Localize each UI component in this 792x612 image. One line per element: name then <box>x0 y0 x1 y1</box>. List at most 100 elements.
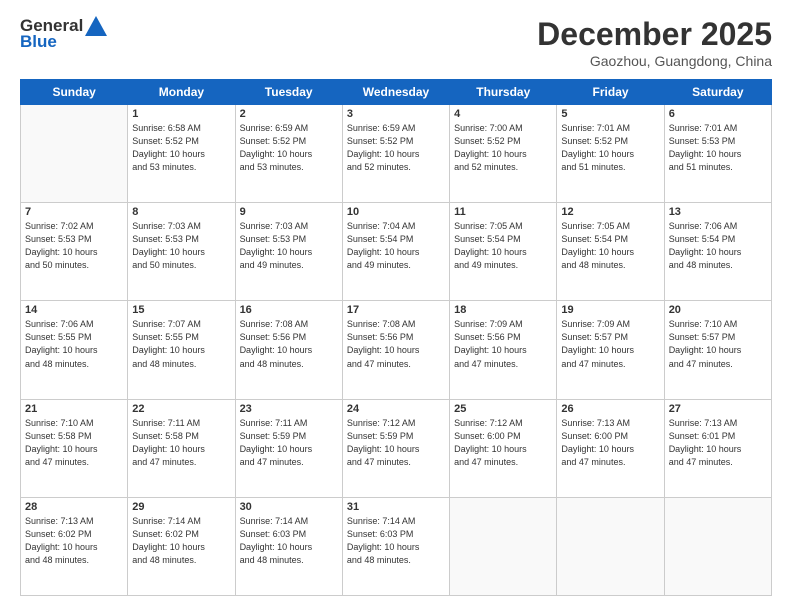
day-number: 17 <box>347 304 445 316</box>
weekday-header-row: SundayMondayTuesdayWednesdayThursdayFrid… <box>21 80 772 105</box>
calendar-cell: 14Sunrise: 7:06 AMSunset: 5:55 PMDayligh… <box>21 301 128 399</box>
day-number: 18 <box>454 304 552 316</box>
day-info: Sunrise: 7:10 AMSunset: 5:58 PMDaylight:… <box>25 417 123 469</box>
day-number: 3 <box>347 108 445 120</box>
calendar-cell: 3 Sunrise: 6:59 AMSunset: 5:52 PMDaylight… <box>342 105 449 203</box>
calendar-cell <box>557 497 664 595</box>
week-row-3: 14Sunrise: 7:06 AMSunset: 5:55 PMDayligh… <box>21 301 772 399</box>
calendar-cell: 11Sunrise: 7:05 AMSunset: 5:54 PMDayligh… <box>450 203 557 301</box>
day-info: Sunrise: 7:14 AMSunset: 6:03 PMDaylight:… <box>240 515 338 567</box>
weekday-header-saturday: Saturday <box>664 80 771 105</box>
day-number: 6 <box>669 108 767 120</box>
weekday-header-tuesday: Tuesday <box>235 80 342 105</box>
calendar-cell <box>21 105 128 203</box>
day-info: Sunrise: 7:14 AMSunset: 6:03 PMDaylight:… <box>347 515 445 567</box>
logo-blue: Blue <box>20 32 57 52</box>
weekday-header-thursday: Thursday <box>450 80 557 105</box>
day-number: 5 <box>561 108 659 120</box>
logo-icon <box>85 16 107 36</box>
day-info: Sunrise: 7:02 AMSunset: 5:53 PMDaylight:… <box>25 220 123 272</box>
week-row-4: 21 Sunrise: 7:10 AMSunset: 5:58 PMDayligh… <box>21 399 772 497</box>
day-number: 22 <box>132 403 230 415</box>
calendar-cell: 19 Sunrise: 7:09 AMSunset: 5:57 PMDayligh… <box>557 301 664 399</box>
day-info: Sunrise: 7:03 AMSunset: 5:53 PMDaylight:… <box>240 220 338 272</box>
weekday-header-friday: Friday <box>557 80 664 105</box>
header: General Blue December 2025 Gaozhou, Guan… <box>20 16 772 69</box>
calendar-cell: 20Sunrise: 7:10 AMSunset: 5:57 PMDayligh… <box>664 301 771 399</box>
calendar-cell: 26Sunrise: 7:13 AMSunset: 6:00 PMDayligh… <box>557 399 664 497</box>
calendar-cell: 28 Sunrise: 7:13 AMSunset: 6:02 PMDayligh… <box>21 497 128 595</box>
calendar-cell: 15 Sunrise: 7:07 AMSunset: 5:55 PMDayligh… <box>128 301 235 399</box>
day-number: 10 <box>347 206 445 218</box>
calendar-cell: 31 Sunrise: 7:14 AMSunset: 6:03 PMDayligh… <box>342 497 449 595</box>
day-info: Sunrise: 7:07 AMSunset: 5:55 PMDaylight:… <box>132 318 230 370</box>
calendar-cell <box>664 497 771 595</box>
day-number: 7 <box>25 206 123 218</box>
day-info: Sunrise: 7:05 AMSunset: 5:54 PMDaylight:… <box>561 220 659 272</box>
calendar-cell: 5Sunrise: 7:01 AMSunset: 5:52 PMDaylight… <box>557 105 664 203</box>
day-info: Sunrise: 7:04 AMSunset: 5:54 PMDaylight:… <box>347 220 445 272</box>
day-info: Sunrise: 7:12 AMSunset: 6:00 PMDaylight:… <box>454 417 552 469</box>
day-number: 23 <box>240 403 338 415</box>
day-number: 21 <box>25 403 123 415</box>
day-info: Sunrise: 7:06 AMSunset: 5:54 PMDaylight:… <box>669 220 767 272</box>
weekday-header-wednesday: Wednesday <box>342 80 449 105</box>
day-number: 15 <box>132 304 230 316</box>
calendar-cell: 8Sunrise: 7:03 AMSunset: 5:53 PMDaylight… <box>128 203 235 301</box>
day-number: 14 <box>25 304 123 316</box>
day-number: 31 <box>347 501 445 513</box>
calendar-cell: 13Sunrise: 7:06 AMSunset: 5:54 PMDayligh… <box>664 203 771 301</box>
calendar-cell: 29Sunrise: 7:14 AMSunset: 6:02 PMDayligh… <box>128 497 235 595</box>
day-info: Sunrise: 6:59 AMSunset: 5:52 PMDaylight:… <box>240 122 338 174</box>
day-info: Sunrise: 7:09 AMSunset: 5:56 PMDaylight:… <box>454 318 552 370</box>
day-number: 19 <box>561 304 659 316</box>
location: Gaozhou, Guangdong, China <box>537 53 772 69</box>
day-info: Sunrise: 7:01 AMSunset: 5:53 PMDaylight:… <box>669 122 767 174</box>
title-block: December 2025 Gaozhou, Guangdong, China <box>537 16 772 69</box>
calendar-cell: 18 Sunrise: 7:09 AMSunset: 5:56 PMDayligh… <box>450 301 557 399</box>
day-number: 16 <box>240 304 338 316</box>
day-info: Sunrise: 7:11 AMSunset: 5:58 PMDaylight:… <box>132 417 230 469</box>
weekday-header-monday: Monday <box>128 80 235 105</box>
day-number: 28 <box>25 501 123 513</box>
calendar-cell: 16 Sunrise: 7:08 AMSunset: 5:56 PMDayligh… <box>235 301 342 399</box>
day-info: Sunrise: 6:58 AMSunset: 5:52 PMDaylight:… <box>132 122 230 174</box>
calendar-cell: 22 Sunrise: 7:11 AMSunset: 5:58 PMDayligh… <box>128 399 235 497</box>
calendar-cell: 17 Sunrise: 7:08 AMSunset: 5:56 PMDayligh… <box>342 301 449 399</box>
day-info: Sunrise: 7:13 AMSunset: 6:02 PMDaylight:… <box>25 515 123 567</box>
week-row-2: 7 Sunrise: 7:02 AMSunset: 5:53 PMDaylight… <box>21 203 772 301</box>
calendar-cell: 7 Sunrise: 7:02 AMSunset: 5:53 PMDaylight… <box>21 203 128 301</box>
day-info: Sunrise: 7:12 AMSunset: 5:59 PMDaylight:… <box>347 417 445 469</box>
calendar-cell: 25 Sunrise: 7:12 AMSunset: 6:00 PMDayligh… <box>450 399 557 497</box>
calendar-cell: 10 Sunrise: 7:04 AMSunset: 5:54 PMDayligh… <box>342 203 449 301</box>
day-number: 4 <box>454 108 552 120</box>
day-info: Sunrise: 6:59 AMSunset: 5:52 PMDaylight:… <box>347 122 445 174</box>
day-number: 24 <box>347 403 445 415</box>
calendar-cell: 27Sunrise: 7:13 AMSunset: 6:01 PMDayligh… <box>664 399 771 497</box>
day-info: Sunrise: 7:10 AMSunset: 5:57 PMDaylight:… <box>669 318 767 370</box>
calendar-cell: 4 Sunrise: 7:00 AMSunset: 5:52 PMDaylight… <box>450 105 557 203</box>
calendar-cell: 9 Sunrise: 7:03 AMSunset: 5:53 PMDaylight… <box>235 203 342 301</box>
day-number: 9 <box>240 206 338 218</box>
calendar-cell: 21 Sunrise: 7:10 AMSunset: 5:58 PMDayligh… <box>21 399 128 497</box>
calendar-cell: 1Sunrise: 6:58 AMSunset: 5:52 PMDaylight… <box>128 105 235 203</box>
day-number: 25 <box>454 403 552 415</box>
month-title: December 2025 <box>537 16 772 53</box>
logo: General Blue <box>20 16 107 52</box>
calendar-cell: 23 Sunrise: 7:11 AMSunset: 5:59 PMDayligh… <box>235 399 342 497</box>
day-number: 12 <box>561 206 659 218</box>
day-info: Sunrise: 7:08 AMSunset: 5:56 PMDaylight:… <box>347 318 445 370</box>
weekday-header-sunday: Sunday <box>21 80 128 105</box>
week-row-5: 28 Sunrise: 7:13 AMSunset: 6:02 PMDayligh… <box>21 497 772 595</box>
day-info: Sunrise: 7:11 AMSunset: 5:59 PMDaylight:… <box>240 417 338 469</box>
day-info: Sunrise: 7:09 AMSunset: 5:57 PMDaylight:… <box>561 318 659 370</box>
week-row-1: 1Sunrise: 6:58 AMSunset: 5:52 PMDaylight… <box>21 105 772 203</box>
day-info: Sunrise: 7:08 AMSunset: 5:56 PMDaylight:… <box>240 318 338 370</box>
day-number: 8 <box>132 206 230 218</box>
day-info: Sunrise: 7:13 AMSunset: 6:00 PMDaylight:… <box>561 417 659 469</box>
day-number: 2 <box>240 108 338 120</box>
calendar-cell: 2 Sunrise: 6:59 AMSunset: 5:52 PMDaylight… <box>235 105 342 203</box>
calendar-cell: 6 Sunrise: 7:01 AMSunset: 5:53 PMDaylight… <box>664 105 771 203</box>
day-info: Sunrise: 7:00 AMSunset: 5:52 PMDaylight:… <box>454 122 552 174</box>
day-info: Sunrise: 7:13 AMSunset: 6:01 PMDaylight:… <box>669 417 767 469</box>
